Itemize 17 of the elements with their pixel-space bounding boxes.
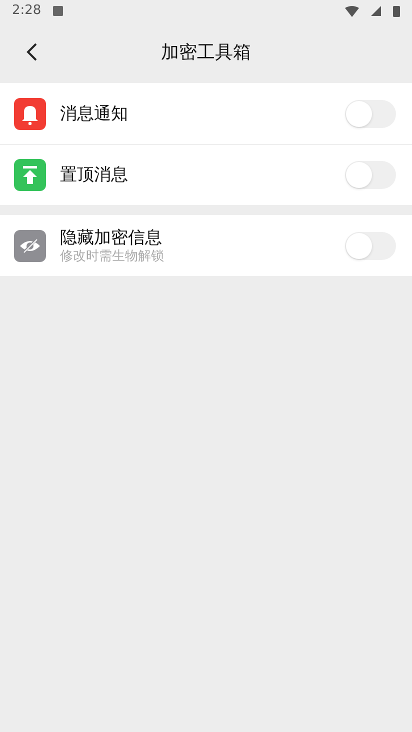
status-time: 2:28 — [12, 2, 42, 20]
toggle-switch[interactable] — [345, 232, 396, 260]
wifi-icon — [345, 6, 359, 16]
signal-icon — [371, 6, 381, 16]
back-icon — [26, 42, 38, 62]
setting-description: 修改时需生物解锁 — [60, 248, 165, 264]
pin-top-icon — [14, 159, 46, 191]
setting-label: 置顶消息 — [60, 164, 129, 186]
setting-label: 消息通知 — [60, 102, 129, 124]
toggle-switch[interactable] — [345, 100, 396, 128]
battery-icon — [393, 5, 400, 17]
page-title: 加密工具箱 — [161, 40, 251, 64]
notification-icon — [53, 6, 64, 16]
setting-label: 隐藏加密信息 — [60, 226, 163, 248]
toggle-switch[interactable] — [345, 161, 396, 189]
bell-icon — [14, 98, 46, 130]
eye-off-icon — [14, 230, 46, 262]
